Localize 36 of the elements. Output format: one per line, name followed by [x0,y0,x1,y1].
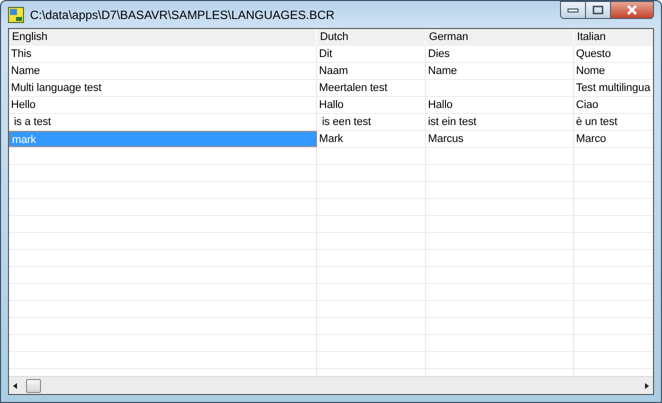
column-header[interactable]: Italian [574,29,653,46]
table-cell: Name [9,63,317,79]
table-cell: This [9,46,317,62]
table-cell: Questo [574,46,653,62]
maximize-icon [592,5,604,15]
column-header[interactable]: German [426,29,574,46]
scrollbar-thumb[interactable] [26,378,41,392]
maximize-button[interactable] [586,1,611,19]
close-icon [626,5,638,15]
table-cell: Multi language test [9,80,317,96]
table-cell: Marcus [426,131,574,147]
table-cell: Name [426,63,574,79]
table-cell: mark [9,131,317,147]
table-cell: è un test [574,114,653,130]
close-button[interactable] [611,1,654,19]
table-cell: Hallo [317,97,426,113]
table-cell: Test multilingua [574,80,653,96]
table-cell: Naam [317,63,426,79]
table-cell: Mark [317,131,426,147]
table-cell: ist ein test [426,114,574,130]
app-icon [8,6,24,22]
table-cell: Hello [9,97,317,113]
column-header[interactable]: Dutch [317,29,426,46]
table-cell: Meertalen test [317,80,426,96]
table-cell: Nome [574,63,653,79]
table-cell: Ciao [574,97,653,113]
minimize-button[interactable] [560,1,586,19]
table-cell: Dit [317,46,426,62]
window-title: C:\data\apps\D7\BASAVR\SAMPLES\LANGUAGES.BCR [30,8,336,22]
table-cell: Hallo [426,97,574,113]
table-cell: is een test [317,114,426,130]
minimize-icon [567,7,579,13]
table-cell: is a test [9,114,317,130]
table-cell: Marco [574,131,653,147]
column-header[interactable]: English [9,29,317,46]
table-cell: Dies [426,46,574,62]
